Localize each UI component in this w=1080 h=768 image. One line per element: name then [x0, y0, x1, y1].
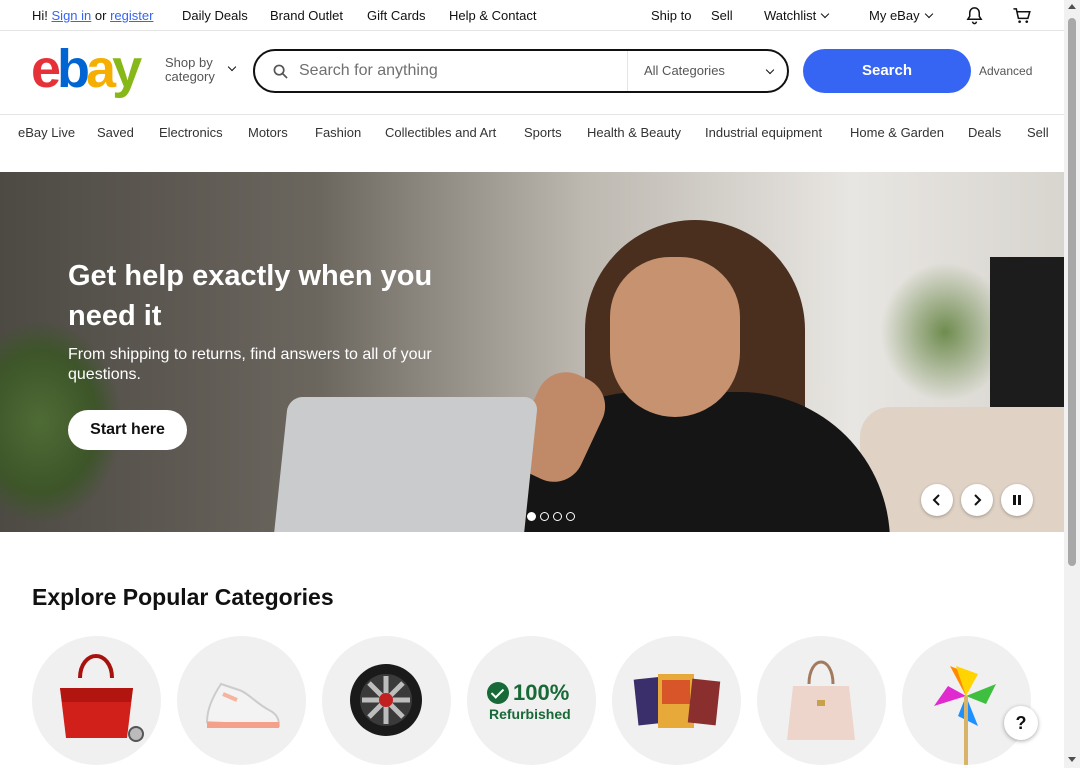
shop-by-category-button[interactable]: Shop by category: [165, 55, 237, 84]
chevron-down-icon: [821, 9, 830, 19]
ebay-logo[interactable]: ebay: [31, 39, 142, 99]
category-tile[interactable]: [612, 636, 741, 765]
chevron-down-icon: [227, 62, 237, 72]
daily-deals-link[interactable]: Daily Deals: [182, 8, 248, 23]
hero-subtitle: From shipping to returns, find answers t…: [68, 346, 432, 383]
sneaker-icon: [205, 682, 281, 728]
tote-bag-icon: [787, 660, 855, 740]
category-tile[interactable]: [757, 636, 886, 765]
carousel-dot[interactable]: [553, 512, 562, 521]
greeting-text: Hi!: [32, 8, 48, 23]
trading-cards-icon: [633, 674, 721, 728]
nav-item-deals[interactable]: Deals: [968, 125, 1001, 140]
chevron-left-icon: [932, 494, 940, 506]
logo-letter-b: b: [57, 39, 90, 99]
category-tile[interactable]: [32, 636, 161, 765]
category-tile[interactable]: [322, 636, 451, 765]
carousel-dot[interactable]: [540, 512, 549, 521]
hero-laptop: [271, 397, 539, 532]
greeting: Hi! Sign in or register: [32, 8, 153, 23]
carousel-dot[interactable]: [527, 512, 536, 521]
nav-item-health-beauty[interactable]: Health & Beauty: [587, 125, 681, 140]
category-label: category: [165, 69, 215, 84]
carousel-next-button[interactable]: [961, 484, 993, 516]
my-ebay-label: My eBay: [869, 8, 920, 23]
nav-item-motors[interactable]: Motors: [248, 125, 288, 140]
nav-item-sell[interactable]: Sell: [1027, 125, 1049, 140]
categories-title: Explore Popular Categories: [32, 584, 334, 610]
brand-outlet-link[interactable]: Brand Outlet: [270, 8, 343, 23]
watchlist-label: Watchlist: [764, 8, 817, 23]
search-input[interactable]: [299, 59, 619, 83]
page: Hi! Sign in or register Daily Deals Bran…: [0, 0, 1064, 768]
watchlist-menu[interactable]: Watchlist: [764, 8, 830, 23]
gift-cards-link[interactable]: Gift Cards: [367, 8, 426, 23]
shop-by-label: Shop by: [165, 55, 213, 70]
hero-person-face: [610, 257, 740, 417]
hero-tv: [990, 257, 1064, 407]
nav-item-sports[interactable]: Sports: [524, 125, 562, 140]
logo-letter-a: a: [86, 39, 116, 99]
chevron-right-icon: [974, 494, 982, 506]
sell-link[interactable]: Sell: [711, 8, 733, 23]
scroll-down-arrow-icon[interactable]: [1068, 757, 1076, 762]
refurbished-label: Refurbished: [489, 706, 571, 722]
nav-item-saved[interactable]: Saved: [97, 125, 134, 140]
hero-sofa: [860, 407, 1064, 532]
cart-icon[interactable]: [1012, 6, 1032, 28]
advanced-search-link[interactable]: Advanced: [979, 64, 1032, 78]
help-contact-link[interactable]: Help & Contact: [449, 8, 536, 23]
red-handbag-icon: [60, 653, 144, 742]
ship-to-button[interactable]: Ship to: [651, 8, 691, 23]
category-tile[interactable]: [177, 636, 306, 765]
nav-item-collectibles[interactable]: Collectibles and Art: [385, 125, 496, 140]
category-nav: eBay Live Saved Electronics Motors Fashi…: [0, 115, 1064, 151]
nav-item-home-garden[interactable]: Home & Garden: [850, 125, 944, 140]
refurbished-badge-icon: 100% Refurbished: [485, 680, 585, 722]
category-select-value: All Categories: [644, 63, 725, 78]
hero-title: Get help exactly when you need it: [68, 260, 433, 332]
nav-item-fashion[interactable]: Fashion: [315, 125, 361, 140]
search-button[interactable]: Search: [803, 49, 971, 93]
car-wheel-icon: [350, 664, 422, 736]
logo-letter-y: y: [112, 39, 142, 99]
header: ebay Shop by category All Categories Sea…: [0, 31, 1064, 115]
help-button[interactable]: ?: [1004, 706, 1038, 740]
nav-item-electronics[interactable]: Electronics: [159, 125, 223, 140]
pause-icon: [1013, 495, 1021, 505]
nav-item-industrial[interactable]: Industrial equipment: [705, 125, 822, 140]
scroll-up-arrow-icon[interactable]: [1068, 4, 1076, 9]
my-ebay-menu[interactable]: My eBay: [869, 8, 933, 23]
checkmark-icon: [487, 682, 509, 704]
notification-bell-icon[interactable]: [965, 6, 984, 28]
pinwheel-icon: [934, 666, 996, 765]
category-tile[interactable]: [902, 636, 1031, 765]
scrollbar-thumb[interactable]: [1068, 18, 1076, 566]
nav-item-ebay-live[interactable]: eBay Live: [18, 125, 75, 140]
carousel-pause-button[interactable]: [1001, 484, 1033, 516]
sign-in-link[interactable]: Sign in: [52, 8, 92, 23]
carousel-dots: [527, 508, 579, 526]
logo-letter-e: e: [31, 39, 61, 99]
category-select[interactable]: All Categories: [627, 51, 787, 91]
category-tile[interactable]: 100% Refurbished: [467, 636, 596, 765]
start-here-button[interactable]: Start here: [68, 410, 187, 450]
search-bar: All Categories: [253, 49, 789, 93]
or-text: or: [94, 8, 107, 23]
search-icon: [273, 64, 288, 84]
hero-banner: Get help exactly when you need it From s…: [0, 172, 1064, 532]
chevron-down-icon: [765, 65, 775, 75]
chevron-down-icon: [924, 9, 933, 19]
carousel-prev-button[interactable]: [921, 484, 953, 516]
register-link[interactable]: register: [110, 8, 153, 23]
top-bar: Hi! Sign in or register Daily Deals Bran…: [0, 0, 1064, 31]
carousel-dot[interactable]: [566, 512, 575, 521]
scrollbar[interactable]: [1064, 0, 1080, 768]
